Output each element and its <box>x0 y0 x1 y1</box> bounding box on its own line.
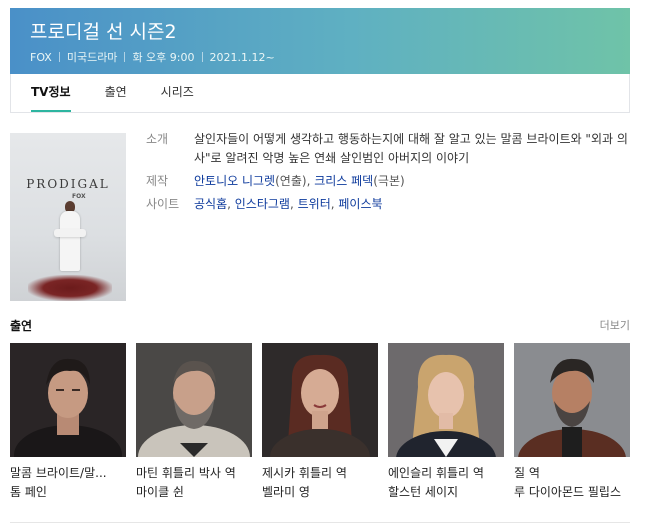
director-link[interactable]: 안토니오 니그렛 <box>194 174 275 188</box>
show-poster[interactable]: PRODIGAL FOX <box>10 133 126 301</box>
writer-role: (극본) <box>373 174 405 188</box>
cast-role[interactable]: 제시카 휘틀리 역 <box>262 464 378 483</box>
cast-role[interactable]: 말콤 브라이트/말... <box>10 464 126 483</box>
cast-actor[interactable]: 루 다이아몬드 필립스 <box>514 483 630 502</box>
show-header: 프로디걸 선 시즌2 FOX 미국드라마 화 오후 9:00 2021.1.12~ <box>10 8 630 74</box>
production-label: 제작 <box>146 174 169 188</box>
site-links: 공식홈, 인스타그램, 트위터, 페이스북 <box>194 195 628 214</box>
cast-actor[interactable]: 할스턴 세이지 <box>388 483 504 502</box>
cast-photo[interactable] <box>10 343 126 457</box>
actor-portrait-icon <box>10 343 126 457</box>
cast-section-header: 출연 더보기 <box>10 317 630 335</box>
tab-tv-info[interactable]: TV정보 <box>31 74 71 112</box>
cast-card[interactable]: 마틴 휘틀리 박사 역 마이클 쉰 <box>136 343 252 502</box>
meta-divider <box>124 52 126 62</box>
section-divider <box>10 522 630 523</box>
show-info: 소개 살인자들이 어떻게 생각하고 행동하는지에 대해 잘 알고 있는 말콤 브… <box>146 130 628 218</box>
cast-actor[interactable]: 마이클 쉰 <box>136 483 252 502</box>
cast-card[interactable]: 에인슬리 휘틀리 역 할스턴 세이지 <box>388 343 504 502</box>
site-separator: , <box>227 197 235 211</box>
official-site-link[interactable]: 공식홈 <box>194 197 227 211</box>
site-separator: , <box>289 197 298 211</box>
actor-portrait-icon <box>262 343 378 457</box>
director-role: (연출) <box>275 174 307 188</box>
cast-role[interactable]: 에인슬리 휘틀리 역 <box>388 464 504 483</box>
poster-title: PRODIGAL <box>26 177 110 191</box>
cast-photo[interactable] <box>262 343 378 457</box>
meta-divider <box>58 52 60 62</box>
actor-portrait-icon <box>136 343 252 457</box>
instagram-link[interactable]: 인스타그램 <box>235 197 290 211</box>
show-meta: FOX 미국드라마 화 오후 9:00 2021.1.12~ <box>30 51 610 65</box>
site-row: 사이트 공식홈, 인스타그램, 트위터, 페이스북 <box>146 195 628 214</box>
tab-series[interactable]: 시리즈 <box>161 74 194 112</box>
synopsis-row: 소개 살인자들이 어떻게 생각하고 행동하는지에 대해 잘 알고 있는 말콤 브… <box>146 130 628 168</box>
meta-airtime: 화 오후 9:00 <box>132 51 195 64</box>
cast-photo[interactable] <box>514 343 630 457</box>
synopsis-text: 살인자들이 어떻게 생각하고 행동하는지에 대해 잘 알고 있는 말콤 브라이트… <box>194 132 628 165</box>
poster-chair <box>54 229 86 237</box>
meta-premiere-date: 2021.1.12~ <box>209 51 275 64</box>
poster-blood-pool <box>28 275 112 301</box>
facebook-link[interactable]: 페이스북 <box>338 197 382 211</box>
cast-photo[interactable] <box>136 343 252 457</box>
cast-list: 말콤 브라이트/말... 톰 페인 마틴 휘틀리 박사 역 마이클 쉰 제시카 … <box>10 343 630 499</box>
twitter-link[interactable]: 트위터 <box>298 197 331 211</box>
poster-figure <box>60 211 80 271</box>
actor-portrait-icon <box>514 343 630 457</box>
actor-portrait-icon <box>388 343 504 457</box>
cast-actor[interactable]: 톰 페인 <box>10 483 126 502</box>
meta-network: FOX <box>30 51 52 64</box>
production-value: 안토니오 니그렛(연출), 크리스 페덱(극본) <box>194 172 628 191</box>
cast-section-title: 출연 <box>10 319 33 333</box>
cast-card[interactable]: 말콤 브라이트/말... 톰 페인 <box>10 343 126 502</box>
synopsis-label: 소개 <box>146 132 169 146</box>
site-label: 사이트 <box>146 197 180 211</box>
poster-network-mark: FOX <box>72 193 86 200</box>
cast-card[interactable]: 질 역 루 다이아몬드 필립스 <box>514 343 630 502</box>
cast-more-link[interactable]: 더보기 <box>600 317 630 333</box>
tab-bar: TV정보 출연 시리즈 <box>10 74 630 113</box>
show-title[interactable]: 프로디걸 선 시즌2 <box>30 20 610 44</box>
cast-actor[interactable]: 벨라미 영 <box>262 483 378 502</box>
meta-divider <box>201 52 203 62</box>
writer-link[interactable]: 크리스 페덱 <box>314 174 373 188</box>
cast-role[interactable]: 마틴 휘틀리 박사 역 <box>136 464 252 483</box>
cast-photo[interactable] <box>388 343 504 457</box>
cast-role[interactable]: 질 역 <box>514 464 630 483</box>
cast-card[interactable]: 제시카 휘틀리 역 벨라미 영 <box>262 343 378 502</box>
tab-cast[interactable]: 출연 <box>105 74 127 112</box>
production-row: 제작 안토니오 니그렛(연출), 크리스 페덱(극본) <box>146 172 628 191</box>
meta-genre: 미국드라마 <box>66 51 118 64</box>
